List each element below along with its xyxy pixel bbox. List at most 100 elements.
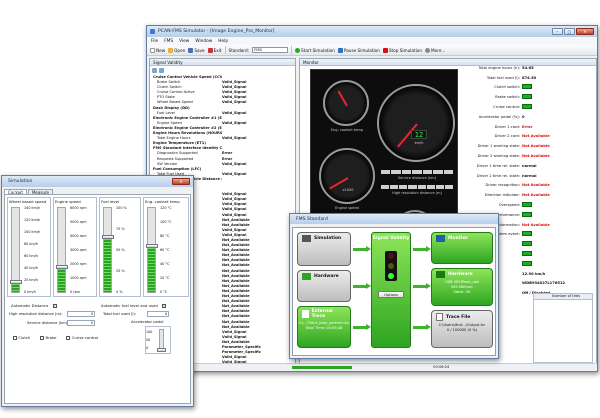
slider-thumb[interactable] (10, 279, 22, 284)
hr-distance-input[interactable]: 0 (67, 311, 95, 317)
hardware-output-icon (436, 271, 445, 278)
open-button[interactable]: Open (168, 47, 185, 53)
signal-validity-box[interactable]: Signal Validity Options (371, 232, 411, 348)
fms-title: FMS Standard (296, 216, 328, 222)
slider-ticks: 120 °C 100 °C 80 °C 60 °C 40 °C 20 °C 0 °C (160, 206, 172, 294)
clutch-label: Clutch (18, 335, 31, 340)
menu-help[interactable]: Help (218, 39, 228, 44)
new-button[interactable]: New (150, 47, 165, 53)
accelerator-ticks: 100 50 0 (146, 328, 152, 352)
slider-tick-label: 100 % (116, 206, 127, 210)
toolbar-separator (291, 46, 293, 54)
monitor-row-label: Driver 2 time rel. state: (476, 173, 520, 178)
auto-fuel-checkbox[interactable] (161, 303, 166, 308)
start-sim-label: Start Simulation (301, 47, 335, 53)
service-distance-input[interactable]: 0 (67, 320, 95, 326)
save-icon (188, 47, 194, 53)
minimize-button[interactable]: – (552, 28, 563, 35)
slider-thumb[interactable] (56, 264, 68, 269)
menu-file[interactable]: File (151, 39, 158, 44)
external-trace-box[interactable]: External Trace C:\...\Trace_bmp_perform.… (297, 306, 351, 348)
auto-distance-checkbox[interactable] (52, 303, 57, 308)
slider-tick-label: 5000 rpm (70, 220, 87, 224)
cockpit-panel: Wheel based speed 140 km/h 120 km/h 100 km/… (4, 194, 191, 404)
cruise-checkbox[interactable] (66, 336, 71, 340)
slider-ticks: 100 % 75 % 50 % 25 % 0 % (116, 206, 127, 294)
hardware-output-box[interactable]: Hardware USB 500(Peak_usb 500 kBit/sec S… (431, 268, 493, 306)
slider-ticks: 6000 rpm 5000 rpm 4000 rpm 3000 rpm 2000 rpm… (70, 206, 87, 294)
monitor-row: Total fuel used (l): 874.50 (462, 73, 594, 83)
slider-tick-label: 0 % (116, 290, 123, 294)
slider-group-title: Wheel based speed (9, 199, 47, 204)
simulation-window: Simulation ✕ Cockpit Measure Wheel based… (1, 175, 194, 407)
engine-speed-gauge: x1000 (319, 148, 375, 204)
led-indicator-icon (522, 94, 532, 100)
filter-icon[interactable] (159, 68, 164, 73)
brake-row[interactable]: Brake (40, 335, 56, 340)
total-fuel-field-label: Total fuel used (l): (103, 312, 137, 316)
options-button[interactable]: Options (378, 291, 404, 298)
slider-tick-label: 50 % (116, 248, 125, 252)
hardware-source-box[interactable]: Hardware (297, 270, 351, 302)
speedometer-gauge: 12 km/h (377, 84, 455, 162)
simulation-source-box[interactable]: Simulation (297, 232, 351, 266)
status-led (522, 251, 594, 257)
status-led (522, 84, 594, 90)
window-title: PCAN-FMS Simulator - [Image Engine_Pro_M… (158, 29, 275, 34)
sort-icon[interactable] (152, 68, 157, 73)
monitor-row: Driver 2 time rel. state: normal (462, 171, 594, 181)
monitor-row-label: Direction indicator: (484, 193, 520, 198)
arrow-simulation (353, 246, 371, 252)
slider-thumb[interactable] (146, 243, 158, 248)
slider-tick-label: 100 °C (160, 220, 172, 224)
maximize-button[interactable]: □ (564, 28, 575, 35)
slider-fill (148, 245, 155, 292)
arrow-monitor (413, 246, 431, 252)
exit-button[interactable]: Exit (207, 47, 222, 53)
menu-view[interactable]: View (179, 39, 189, 44)
monitor-row: Overspeed: (462, 200, 594, 210)
accelerator-thumb[interactable] (157, 348, 166, 352)
value-slider[interactable] (146, 207, 158, 293)
cruise-row[interactable]: Cruise control (66, 335, 98, 340)
exit-label: Exit (213, 47, 222, 53)
pause-sim-label: Pause Simulation (343, 47, 380, 53)
clutch-checkbox[interactable] (13, 336, 17, 340)
save-button[interactable]: Save (188, 47, 205, 53)
hw-state: State: OK (453, 290, 471, 294)
simulation-close-button[interactable]: ✕ (172, 178, 190, 185)
service-distance-display (381, 170, 453, 174)
clutch-row[interactable]: Clutch (13, 335, 30, 340)
value-slider[interactable] (102, 207, 114, 293)
stop-simulation-button[interactable]: Stop Simulation (382, 47, 422, 53)
fms-flow-diagram: Simulation Hardware External Trace C:\..… (292, 227, 496, 356)
monitor-row-value: 874.50 (522, 75, 537, 80)
more-button[interactable]: More... (425, 47, 445, 53)
monitor-box[interactable]: Monitor (431, 232, 493, 264)
coolant-needle (337, 90, 348, 107)
slider-tick-label: 2000 rpm (70, 262, 87, 266)
total-fuel-input[interactable]: 0 (147, 311, 169, 317)
menu-window[interactable]: Window (195, 39, 212, 44)
brake-checkbox[interactable] (40, 336, 45, 340)
accelerator-slider[interactable] (157, 329, 166, 352)
rpm-unit: x1000 (342, 188, 354, 192)
slider-thumb[interactable] (102, 235, 114, 240)
start-simulation-button[interactable]: Start Simulation (295, 47, 335, 53)
main-titlebar: PCAN-FMS Simulator - [Image Engine_Pro_M… (147, 26, 597, 37)
accel-tick-0: 0 (146, 346, 149, 350)
slider-group-title: Engine speed (55, 199, 81, 204)
status-progress (292, 365, 352, 369)
external-trace-time: Total Time: 00:06:48 (305, 326, 343, 330)
menu-fms[interactable]: FMS (164, 39, 173, 44)
pause-simulation-button[interactable]: Pause Simulation (337, 47, 380, 53)
standard-select[interactable]: FMS (252, 47, 289, 53)
auto-distance-row[interactable]: Automatic Distance (11, 303, 57, 308)
value-slider[interactable] (10, 207, 22, 293)
monitor-row-value: normal (522, 173, 537, 178)
close-button[interactable]: ✕ (576, 28, 594, 35)
auto-fuel-row[interactable]: Automatic fuel level and used (101, 303, 166, 308)
trace-file-box[interactable]: Trace File C:\Users\Ittut...\Output.trc … (431, 310, 493, 348)
value-slider[interactable] (56, 207, 68, 293)
slider-tick-label: 0 rpm (70, 290, 81, 294)
